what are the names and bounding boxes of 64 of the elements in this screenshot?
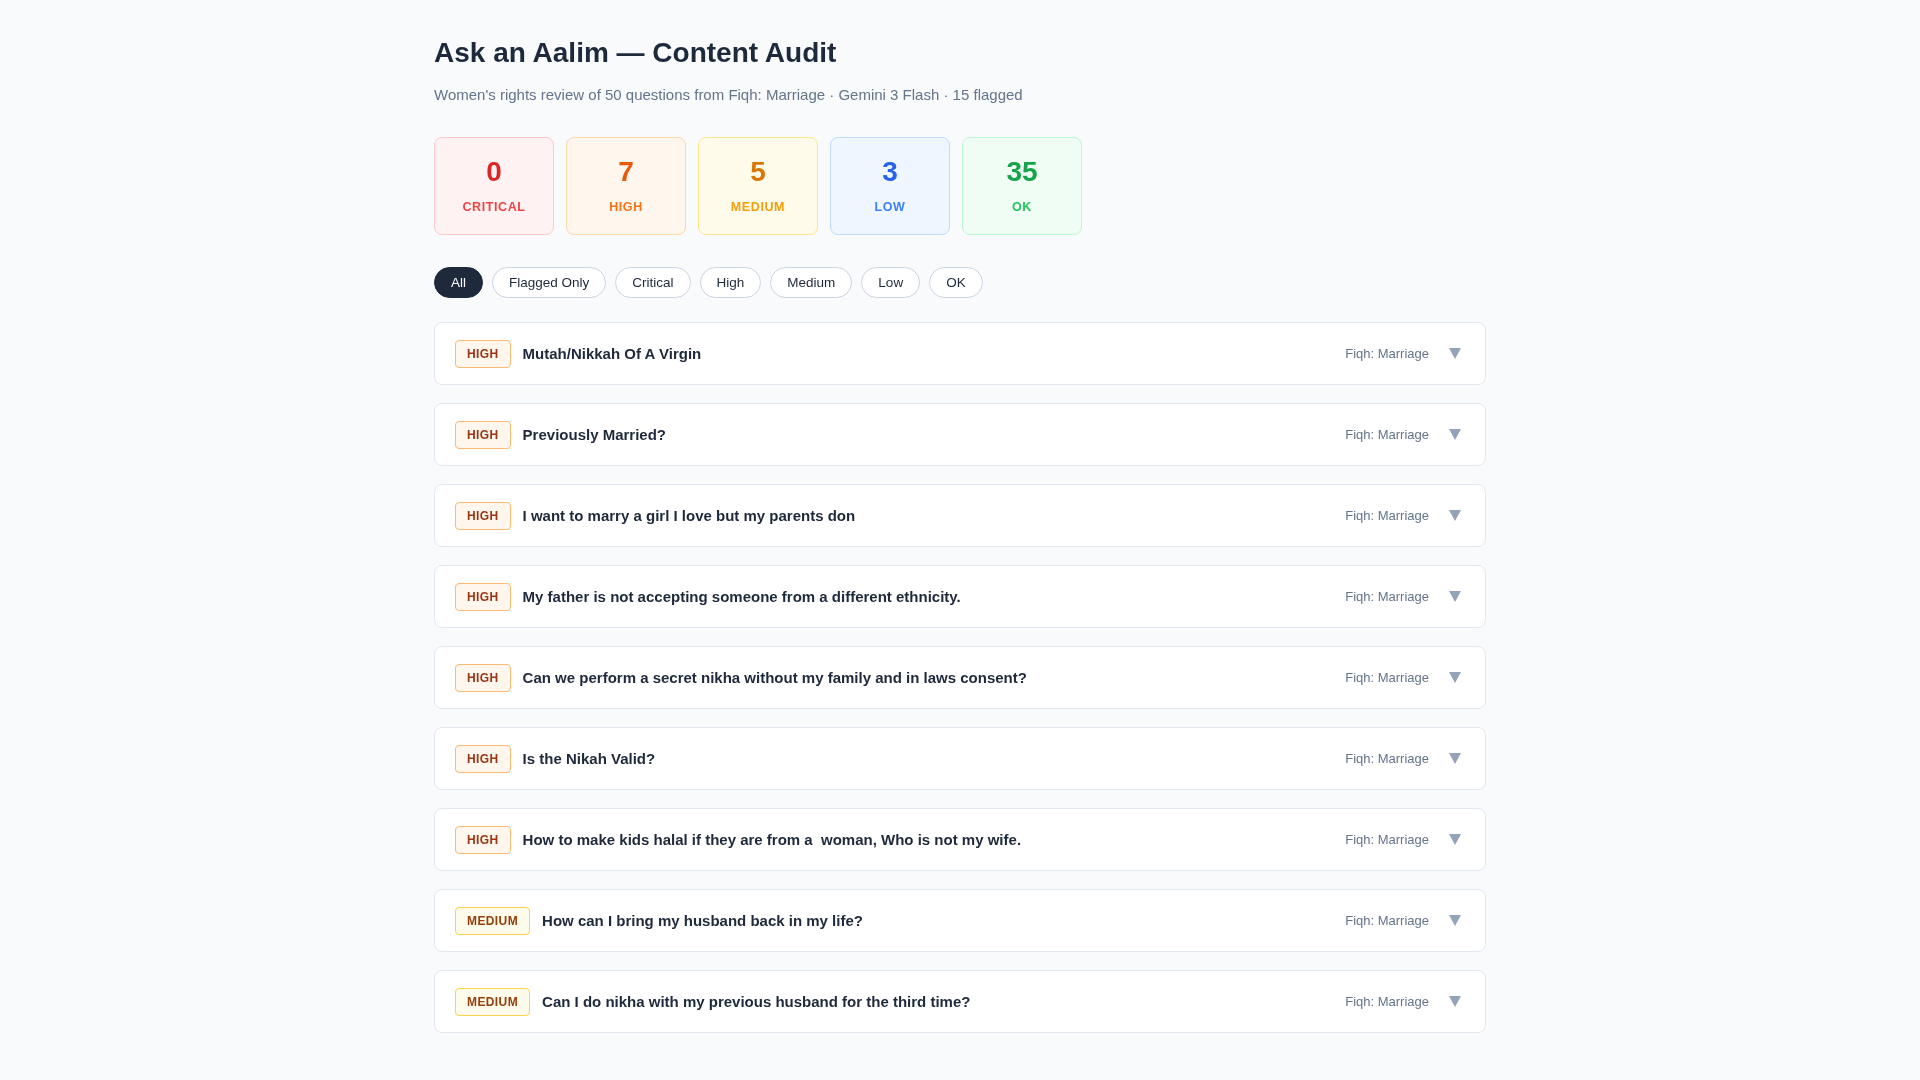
filter-pill[interactable]: Critical (615, 267, 691, 298)
filter-pill[interactable]: Medium (770, 267, 853, 298)
stat-label: LOW (874, 200, 906, 214)
category-label: Fiqh: Marriage (1345, 994, 1429, 1009)
stat-label: CRITICAL (462, 200, 526, 214)
caret-icon[interactable] (1449, 429, 1461, 440)
caret-icon[interactable] (1449, 753, 1461, 764)
stat-label: HIGH (609, 200, 643, 214)
caret-icon[interactable] (1449, 591, 1461, 602)
question-title: Previously Married? (522, 426, 667, 443)
severity-badge: HIGH (455, 501, 511, 530)
question-title: Can we perform a secret nikha without my family and in laws consent? (522, 669, 1028, 686)
stat-label: MEDIUM (730, 200, 786, 214)
stat-count: 3 (882, 158, 898, 186)
question-title: Can I do nikha with my previous husband for the third time? (542, 993, 972, 1010)
question-row[interactable]: HIGH Mutah/Nikkah Of A Virgin Fiqh: Marriage (434, 322, 1486, 385)
question-row[interactable]: MEDIUM Can I do nikha with my previous husband for the third time? Fiqh: Marriage (434, 970, 1486, 1033)
filter-pill[interactable]: Low (861, 267, 921, 298)
stat-count: 35 (1006, 158, 1038, 186)
severity-badge: HIGH (455, 420, 511, 449)
category-label: Fiqh: Marriage (1345, 508, 1429, 523)
filter-pill[interactable]: Flagged Only (492, 267, 607, 298)
question-row[interactable]: MEDIUM How can I bring my husband back in my life? Fiqh: Marriage (434, 889, 1486, 952)
severity-badge: MEDIUM (455, 906, 531, 935)
question-row[interactable]: HIGH Is the Nikah Valid? Fiqh: Marriage (434, 727, 1486, 790)
caret-icon[interactable] (1449, 510, 1461, 521)
page-title: Ask an Aalim — Content Audit (434, 36, 838, 70)
severity-badge: HIGH (455, 825, 511, 854)
stat-count: 0 (486, 158, 502, 186)
caret-icon[interactable] (1449, 672, 1461, 683)
question-row[interactable]: HIGH Can we perform a secret nikha without my family and in laws consent? Fiqh: Marriage (434, 646, 1486, 709)
category-label: Fiqh: Marriage (1345, 346, 1429, 361)
question-title: How can I bring my husband back in my life? (542, 912, 864, 929)
caret-icon[interactable] (1449, 348, 1461, 359)
filter-pill[interactable]: OK (929, 267, 983, 298)
filter-pill[interactable]: High (699, 267, 762, 298)
category-label: Fiqh: Marriage (1345, 913, 1429, 928)
category-label: Fiqh: Marriage (1345, 589, 1429, 604)
category-label: Fiqh: Marriage (1345, 751, 1429, 766)
stat-count: 5 (750, 158, 766, 186)
severity-badge: HIGH (455, 663, 511, 692)
severity-badge: HIGH (455, 744, 511, 773)
question-title: I want to marry a girl I love but my parents don (522, 507, 857, 524)
category-label: Fiqh: Marriage (1345, 670, 1429, 685)
filter-pill[interactable]: All (434, 267, 483, 298)
severity-badge: HIGH (455, 339, 511, 368)
question-title: Is the Nikah Valid? (522, 750, 657, 767)
question-title: Mutah/Nikkah Of A Virgin (522, 345, 703, 362)
category-label: Fiqh: Marriage (1345, 832, 1429, 847)
severity-badge: HIGH (455, 582, 511, 611)
category-label: Fiqh: Marriage (1345, 427, 1429, 442)
severity-badge: MEDIUM (455, 987, 531, 1016)
caret-icon[interactable] (1449, 915, 1461, 926)
question-row[interactable]: HIGH My father is not accepting someone from a different ethnicity. Fiqh: Marriage (434, 565, 1486, 628)
stat-count: 7 (618, 158, 634, 186)
stat-label: OK (1012, 200, 1032, 214)
caret-icon[interactable] (1449, 996, 1461, 1007)
caret-icon[interactable] (1449, 834, 1461, 845)
page-subtitle: Women's rights review of 50 questions from Fiqh: Marriage · Gemini 3 Flash · 15 flagged (434, 86, 1024, 103)
question-row[interactable]: HIGH How to make kids halal if they are from a woman, Who is not my wife. Fiqh: Marriage (434, 808, 1486, 871)
question-row[interactable]: HIGH I want to marry a girl I love but my parents don Fiqh: Marriage (434, 484, 1486, 547)
question-title: How to make kids halal if they are from a woman, Who is not my wife. (522, 831, 1023, 848)
question-title: My father is not accepting someone from a different ethnicity. (522, 588, 962, 605)
question-row[interactable]: HIGH Previously Married? Fiqh: Marriage (434, 403, 1486, 466)
